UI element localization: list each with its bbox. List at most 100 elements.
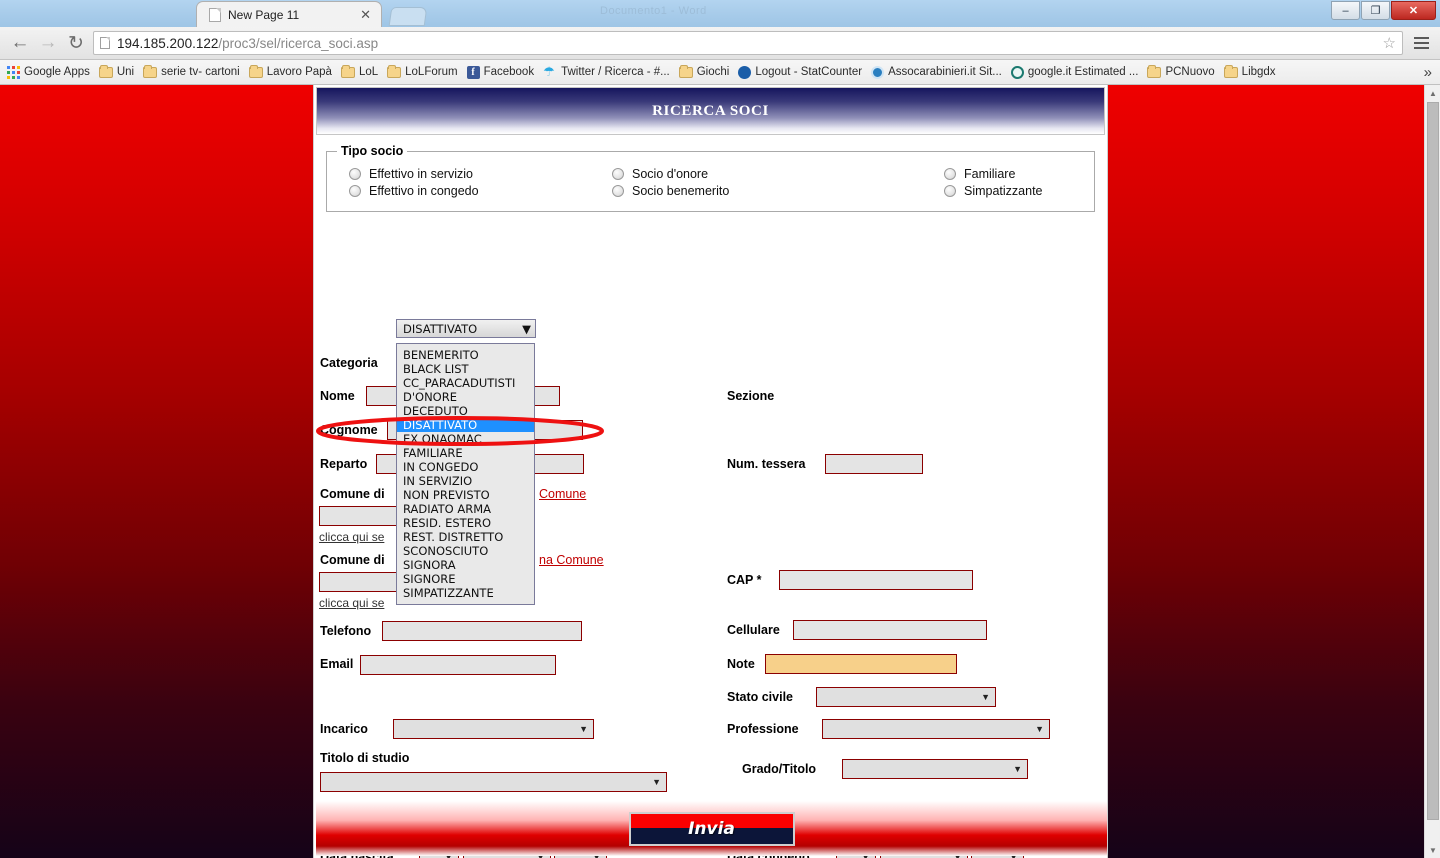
statcounter-icon — [738, 65, 752, 79]
reload-icon[interactable]: ↻ — [62, 29, 90, 57]
categoria-dropdown-list[interactable]: BENEMERITO BLACK LIST CC_PARACADUTISTI D… — [396, 343, 535, 605]
radio-option-socio-onore[interactable]: Socio d'onore — [612, 167, 944, 181]
chevron-down-icon: ▼ — [981, 692, 990, 702]
link-comune-residenza[interactable]: na Comune — [539, 553, 604, 567]
bookmark-label: PCNuovo — [1165, 66, 1215, 78]
dropdown-option[interactable]: BLACK LIST — [397, 362, 534, 376]
bookmark-item[interactable]: Google Apps — [4, 62, 96, 82]
maximize-icon[interactable]: ❐ — [1361, 1, 1390, 20]
dropdown-option[interactable]: SCONOSCIUTO — [397, 544, 534, 558]
input-cap[interactable] — [779, 570, 973, 590]
page-scrollbar[interactable]: ▲ ▼ — [1424, 85, 1440, 858]
dropdown-option[interactable]: EX ONAOMAC — [397, 432, 534, 446]
select-categoria[interactable]: DISATTIVATO ▼ — [396, 319, 536, 338]
bookmark-label: Twitter / Ricerca - #... — [561, 66, 670, 78]
label-cognome: Cognome — [320, 423, 378, 437]
radio-label: Socio benemerito — [632, 184, 730, 198]
label-reparto: Reparto — [320, 457, 368, 471]
back-icon[interactable]: ← — [6, 29, 34, 57]
menu-icon[interactable] — [1408, 29, 1434, 57]
label-comune-nascita: Comune di — [320, 487, 385, 501]
folder-icon — [340, 64, 355, 78]
bookmark-item[interactable]: Lavoro Papà — [246, 62, 338, 82]
chevron-down-icon: ▼ — [522, 321, 531, 336]
scrollbar-thumb[interactable] — [1427, 102, 1439, 820]
input-telefono[interactable] — [382, 621, 582, 641]
dropdown-option[interactable]: BENEMERITO — [397, 348, 534, 362]
new-tab-button[interactable] — [388, 7, 428, 26]
bookmark-item[interactable]: ☂ Twitter / Ricerca - #... — [540, 62, 676, 82]
scroll-up-icon[interactable]: ▲ — [1425, 85, 1440, 101]
radio-icon[interactable] — [349, 168, 361, 180]
dropdown-option[interactable]: CC_PARACADUTISTI — [397, 376, 534, 390]
input-note[interactable] — [765, 654, 957, 674]
input-cellulare[interactable] — [793, 620, 987, 640]
input-email[interactable] — [360, 655, 556, 675]
radio-icon[interactable] — [944, 185, 956, 197]
bookmarks-overflow-icon[interactable]: » — [1424, 64, 1436, 81]
input-num-tessera[interactable] — [825, 454, 923, 474]
minimize-icon[interactable]: – — [1331, 1, 1360, 20]
bookmark-item[interactable]: Assocarabinieri.it Sit... — [868, 62, 1008, 82]
radio-option-familiare[interactable]: Familiare — [944, 167, 1015, 181]
dropdown-option[interactable]: RESID. ESTERO — [397, 516, 534, 530]
dropdown-option[interactable]: DECEDUTO — [397, 404, 534, 418]
radio-option-effettivo-congedo[interactable]: Effettivo in congedo — [337, 184, 612, 198]
radio-option-socio-benemerito[interactable]: Socio benemerito — [612, 184, 944, 198]
radio-icon[interactable] — [612, 185, 624, 197]
radio-option-simpatizzante[interactable]: Simpatizzante — [944, 184, 1043, 198]
label-nome: Nome — [320, 389, 355, 403]
select-grado-titolo[interactable]: ▼ — [842, 759, 1028, 779]
dropdown-option[interactable]: RADIATO ARMA — [397, 502, 534, 516]
radio-icon[interactable] — [612, 168, 624, 180]
radio-icon[interactable] — [944, 168, 956, 180]
scroll-down-icon[interactable]: ▼ — [1425, 842, 1440, 858]
select-professione[interactable]: ▼ — [822, 719, 1050, 739]
bookmark-item[interactable]: f Facebook — [464, 62, 541, 82]
label-professione: Professione — [727, 722, 799, 736]
bookmark-item[interactable]: google.it Estimated ... — [1008, 62, 1145, 82]
dropdown-option[interactable]: SIGNORE — [397, 572, 534, 586]
bookmark-item[interactable]: Giochi — [676, 62, 736, 82]
close-icon[interactable]: ✕ — [356, 8, 375, 21]
select-incarico[interactable]: ▼ — [393, 719, 594, 739]
apps-grid-icon — [7, 65, 20, 79]
page-icon — [209, 7, 221, 22]
bookmark-item[interactable]: LoL — [338, 62, 384, 82]
dropdown-option[interactable]: D'ONORE — [397, 390, 534, 404]
submit-button[interactable]: Invia — [628, 811, 795, 846]
select-titolo-studio[interactable]: ▼ — [320, 772, 667, 792]
radio-row: Effettivo in servizio Socio d'onore Fami… — [337, 167, 1084, 181]
dropdown-option[interactable]: IN SERVIZIO — [397, 474, 534, 488]
dropdown-option[interactable]: SIGNORA — [397, 558, 534, 572]
dropdown-option[interactable]: SIMPATIZZANTE — [397, 586, 534, 600]
bookmark-item[interactable]: Logout - StatCounter — [735, 62, 868, 82]
link-clicca-qui-residenza[interactable]: clicca qui se — [319, 596, 384, 610]
bookmark-item[interactable]: Uni — [96, 62, 140, 82]
tab-title: New Page 11 — [228, 7, 300, 22]
dropdown-option[interactable]: IN CONGEDO — [397, 460, 534, 474]
select-stato-civile[interactable]: ▼ — [816, 687, 996, 707]
label-num-tessera: Num. tessera — [727, 457, 806, 471]
dropdown-option[interactable]: FAMILIARE — [397, 446, 534, 460]
chevron-down-icon: ▼ — [1035, 724, 1044, 734]
bookmark-item[interactable]: serie tv- cartoni — [140, 62, 246, 82]
bookmark-star-icon[interactable]: ☆ — [1383, 34, 1396, 52]
radio-icon[interactable] — [349, 185, 361, 197]
radio-option-effettivo-servizio[interactable]: Effettivo in servizio — [337, 167, 612, 181]
address-bar[interactable]: 194.185.200.122/proc3/sel/ricerca_soci.a… — [93, 31, 1403, 55]
browser-tab[interactable]: New Page 11 ✕ — [196, 1, 382, 27]
bookmark-item[interactable]: PCNuovo — [1144, 62, 1220, 82]
link-comune-nascita[interactable]: Comune — [539, 487, 586, 501]
dropdown-option[interactable]: REST. DISTRETTO — [397, 530, 534, 544]
folder-icon — [678, 64, 693, 78]
dropdown-option-selected[interactable]: DISATTIVATO — [397, 418, 534, 432]
forward-icon[interactable]: → — [34, 29, 62, 57]
radio-row: Effettivo in congedo Socio benemerito Si… — [337, 184, 1084, 198]
bookmark-item[interactable]: Libgdx — [1221, 62, 1282, 82]
close-window-icon[interactable]: ✕ — [1391, 1, 1436, 20]
bookmark-item[interactable]: LoLForum — [384, 62, 463, 82]
label-incarico: Incarico — [320, 722, 368, 736]
dropdown-option[interactable]: NON PREVISTO — [397, 488, 534, 502]
link-clicca-qui-nascita[interactable]: clicca qui se — [319, 530, 384, 544]
